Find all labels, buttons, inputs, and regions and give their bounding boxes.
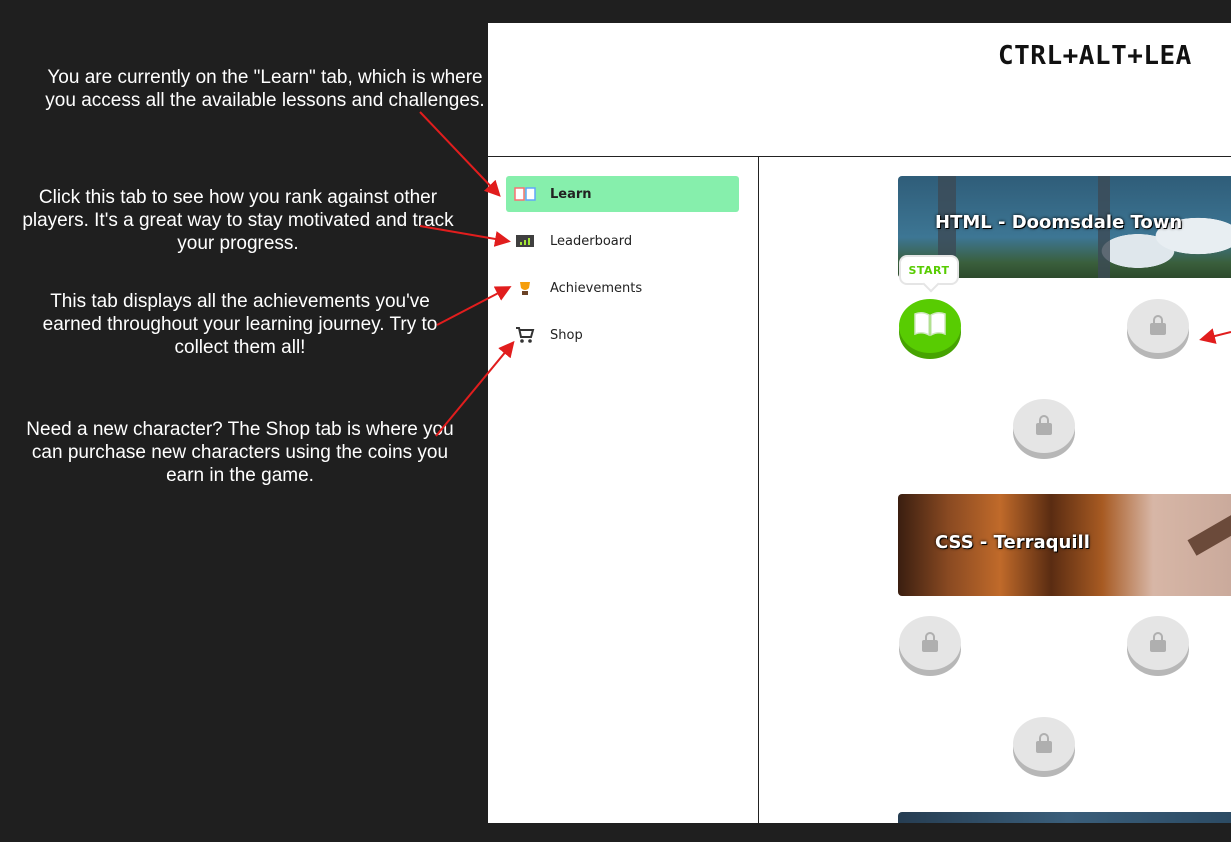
app-title: CTRL+ALT+LEA [998, 41, 1192, 71]
trophy-icon [514, 279, 536, 297]
lock-icon [1036, 733, 1052, 753]
annotation-achievements: This tab displays all the achievements y… [42, 291, 438, 358]
lesson-node-locked[interactable] [1127, 616, 1189, 670]
annotation-learn: You are currently on the "Learn" tab, wh… [45, 67, 485, 111]
lesson-node-locked[interactable] [899, 616, 961, 670]
lock-icon [1150, 315, 1166, 335]
lesson-node-locked[interactable] [1127, 299, 1189, 353]
sidebar-item-leaderboard[interactable]: Leaderboard [506, 223, 739, 259]
chart-icon [514, 232, 536, 250]
unit-title: CSS - Terraquill [935, 532, 1090, 553]
unit-banner-next [898, 812, 1231, 823]
lesson-node-start[interactable] [899, 299, 961, 353]
lock-icon [922, 632, 938, 652]
unit-title: HTML - Doomsdale Town [935, 212, 1183, 233]
lock-icon [1150, 632, 1166, 652]
sidebar-item-label: Learn [550, 186, 592, 202]
sidebar-item-shop[interactable]: Shop [506, 317, 739, 353]
app-window: CTRL+ALT+LEA Learn Leaderboard Achieveme… [488, 23, 1231, 823]
lesson-node-locked[interactable] [1013, 399, 1075, 453]
lesson-node-locked[interactable] [1013, 717, 1075, 771]
annotation-shop: Need a new character? The Shop tab is wh… [26, 419, 454, 486]
sidebar-item-learn[interactable]: Learn [506, 176, 739, 212]
book-icon [514, 185, 536, 203]
cart-icon [514, 326, 536, 344]
lock-icon [1036, 415, 1052, 435]
banner-branch [1187, 510, 1231, 556]
sidebar-item-label: Achievements [550, 280, 643, 296]
sidebar-item-label: Leaderboard [550, 233, 633, 249]
sidebar-divider [758, 156, 759, 823]
start-tag: START [899, 255, 959, 285]
arrow-learn [419, 111, 501, 197]
annotation-leaderboard: Click this tab to see how you rank again… [22, 187, 454, 254]
unit-banner-css: CSS - Terraquill [898, 494, 1231, 596]
book-icon [913, 311, 947, 341]
sidebar-item-label: Shop [550, 327, 583, 343]
sidebar-item-achievements[interactable]: Achievements [506, 270, 739, 306]
header-divider [488, 156, 1231, 157]
